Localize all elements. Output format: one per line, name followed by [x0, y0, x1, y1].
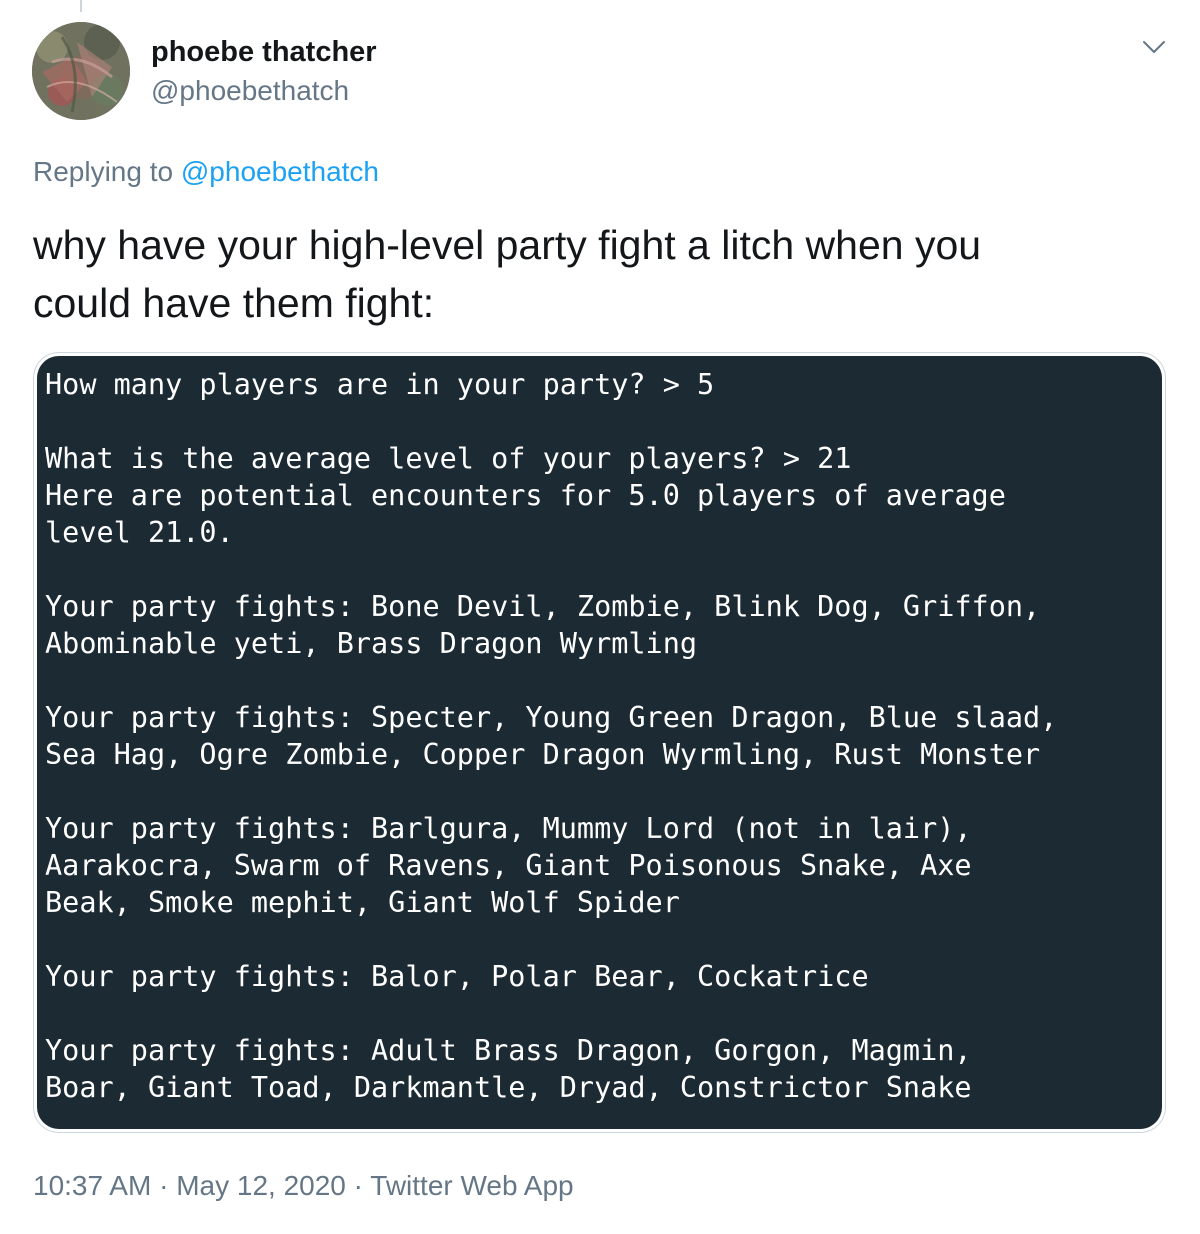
replying-prefix: Replying to [33, 156, 174, 187]
terminal-line: How many players are in your party? > 5 [45, 368, 715, 401]
tweet-footer: 10:37 AM · May 12, 2020 · Twitter Web Ap… [33, 1168, 574, 1204]
terminal-line: Aarakocra, Swarm of Ravens, Giant Poison… [45, 849, 972, 882]
tweet-text-line: why have your high-level party fight a l… [33, 222, 982, 268]
terminal-line: Abominable yeti, Brass Dragon Wyrmling [45, 627, 698, 660]
terminal-line: Your party fights: Balor, Polar Bear, Co… [45, 960, 869, 993]
terminal-line: Your party fights: Specter, Young Green … [45, 701, 1058, 734]
thread-connector-line [80, 0, 82, 12]
terminal-line: Your party fights: Adult Brass Dragon, G… [45, 1034, 972, 1067]
terminal-line: Your party fights: Barlgura, Mummy Lord … [45, 812, 972, 845]
avatar-image [32, 22, 130, 120]
tweet-text-line: could have them fight: [33, 280, 435, 326]
terminal-line: Your party fights: Bone Devil, Zombie, B… [45, 590, 1041, 623]
terminal-line: level 21.0. [45, 516, 234, 549]
tweet-time[interactable]: 10:37 AM [33, 1170, 151, 1201]
author-name[interactable]: phoebe thatcher [151, 34, 377, 70]
terminal-line: Sea Hag, Ogre Zombie, Copper Dragon Wyrm… [45, 738, 1041, 771]
tweet-date[interactable]: May 12, 2020 [176, 1170, 346, 1201]
separator: · [345, 1170, 371, 1201]
avatar[interactable] [32, 22, 130, 120]
replying-to: Replying to @phoebethatch [33, 154, 379, 190]
terminal-line: Beak, Smoke mephit, Giant Wolf Spider [45, 886, 680, 919]
tweet-source-link[interactable]: Twitter Web App [370, 1170, 573, 1201]
chevron-down-icon[interactable] [1140, 33, 1168, 61]
terminal-line: Here are potential encounters for 5.0 pl… [45, 479, 1006, 512]
tweet-text: why have your high-level party fight a l… [33, 216, 1163, 332]
terminal-line: Boar, Giant Toad, Darkmantle, Dryad, Con… [45, 1071, 972, 1104]
separator: · [151, 1170, 177, 1201]
terminal-screenshot: How many players are in your party? > 5 … [37, 356, 1162, 1129]
tweet-media-image[interactable]: How many players are in your party? > 5 … [33, 352, 1166, 1133]
terminal-line: What is the average level of your player… [45, 442, 852, 475]
author-handle[interactable]: @phoebethatch [151, 73, 349, 109]
replying-mention-link[interactable]: @phoebethatch [181, 156, 379, 187]
